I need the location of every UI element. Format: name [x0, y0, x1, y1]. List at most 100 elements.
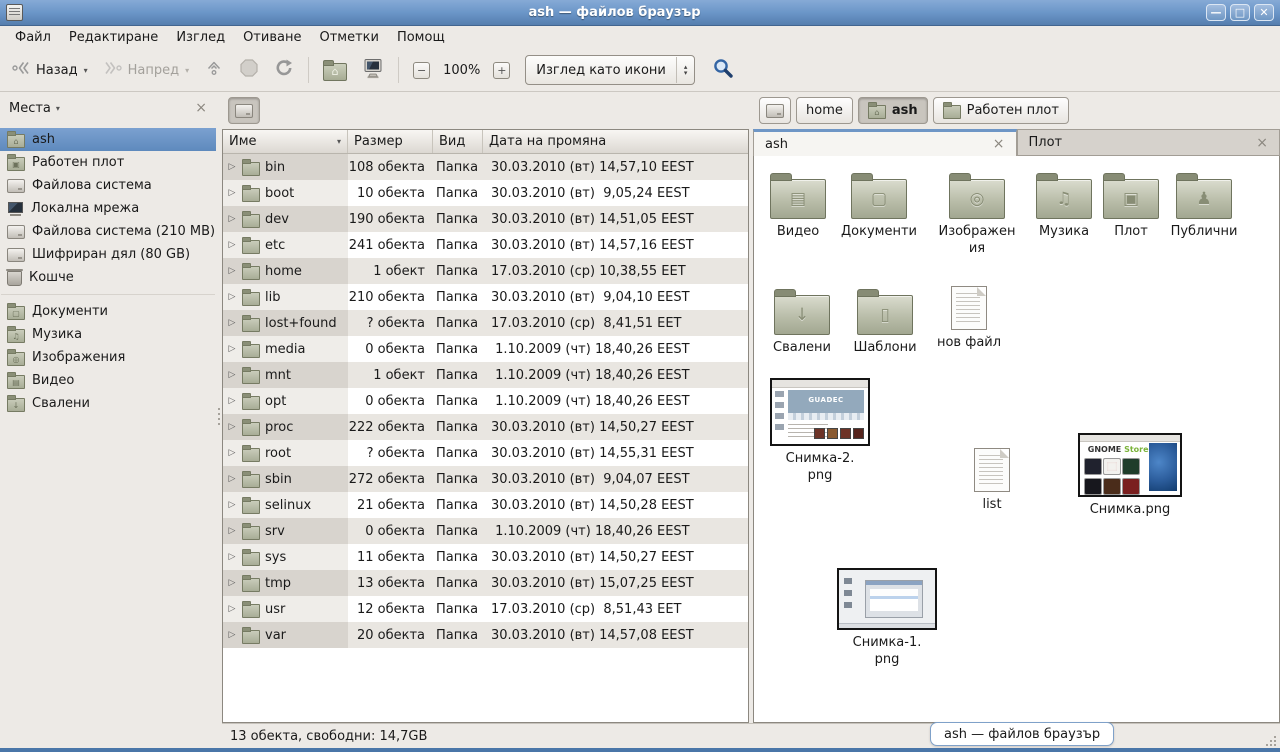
expander-icon[interactable]: ▷ — [227, 188, 237, 198]
tree-row[interactable]: ▷proc222 обектаПапка30.03.2010 (вт) 14,5… — [223, 414, 748, 440]
pathbar-button-home[interactable]: home — [796, 97, 853, 124]
sidebar-item-ash[interactable]: ⌂ash — [0, 128, 216, 151]
icon-item-Снимка-1.png[interactable]: Снимка-1. png — [837, 568, 937, 669]
menu-item-0[interactable]: Файл — [6, 28, 60, 47]
tab-close-icon[interactable]: × — [1256, 136, 1268, 150]
sidebar-chooser-icon[interactable]: ▾ — [56, 104, 60, 113]
menu-item-3[interactable]: Отиване — [234, 28, 310, 47]
pathbar-button-ash[interactable]: ⌂ash — [858, 97, 928, 124]
tab-close-icon[interactable]: × — [993, 137, 1005, 151]
sidebar-item-Файлова система (210 MB)[interactable]: Файлова система (210 MB) — [0, 220, 216, 243]
tree-row[interactable]: ▷bin108 обектаПапка30.03.2010 (вт) 14,57… — [223, 154, 748, 180]
tree-row[interactable]: ▷dev190 обектаПапка30.03.2010 (вт) 14,51… — [223, 206, 748, 232]
sidebar-item-Документи[interactable]: ▢Документи — [0, 300, 216, 323]
expander-icon[interactable]: ▷ — [227, 526, 237, 536]
menu-item-2[interactable]: Изглед — [167, 28, 234, 47]
icon-item-Плот[interactable]: ▣Плот — [1089, 172, 1173, 241]
sidebar-item-Локална мрежа[interactable]: Локална мрежа — [0, 197, 216, 220]
menu-item-1[interactable]: Редактиране — [60, 28, 167, 47]
zoom-in-button[interactable]: + — [487, 58, 516, 83]
home-button[interactable]: ⌂ — [317, 56, 353, 85]
expander-icon[interactable]: ▷ — [227, 448, 237, 458]
expander-icon[interactable]: ▷ — [227, 474, 237, 484]
view-mode-select[interactable]: Изглед като икони ▴▾ — [525, 55, 695, 85]
expander-icon[interactable]: ▷ — [227, 552, 237, 562]
menu-item-5[interactable]: Помощ — [388, 28, 454, 47]
tree-row[interactable]: ▷etc241 обектаПапка30.03.2010 (вт) 14,57… — [223, 232, 748, 258]
stop-button[interactable] — [233, 54, 265, 86]
expander-icon[interactable]: ▷ — [227, 630, 237, 640]
tab-Плот[interactable]: Плот× — [1017, 129, 1280, 156]
expander-icon[interactable]: ▷ — [227, 162, 237, 172]
icon-item-Снимка-2.png[interactable]: GUADEC Снимка-2. png — [770, 378, 870, 485]
menu-item-4[interactable]: Отметки — [310, 28, 387, 47]
column-header-1[interactable]: Размер — [348, 130, 433, 153]
tree-row[interactable]: ▷opt0 обектаПапка 1.10.2009 (чт) 18,40,2… — [223, 388, 748, 414]
expander-icon[interactable]: ▷ — [227, 214, 237, 224]
expander-icon[interactable]: ▷ — [227, 266, 237, 276]
tree-row[interactable]: ▷lost+found? обектаПапка17.03.2010 (ср) … — [223, 310, 748, 336]
column-header-2[interactable]: Вид — [433, 130, 483, 153]
sidebar-item-Видео[interactable]: ▤Видео — [0, 369, 216, 392]
forward-button[interactable]: Напред ▾ — [97, 54, 196, 86]
expander-icon[interactable]: ▷ — [227, 292, 237, 302]
zoom-out-button[interactable]: − — [407, 58, 436, 83]
icon-item-новфайл[interactable]: нов файл — [927, 286, 1011, 352]
expander-icon[interactable]: ▷ — [227, 604, 237, 614]
sidebar-resize-handle[interactable] — [216, 92, 222, 748]
icon-item-Свалени[interactable]: ↓Свалени — [760, 288, 844, 357]
minimize-button[interactable]: — — [1206, 4, 1226, 21]
computer-button[interactable] — [356, 54, 390, 87]
tree-row[interactable]: ▷selinux21 обектаПапка30.03.2010 (вт) 14… — [223, 492, 748, 518]
column-header-3[interactable]: Дата на промяна — [483, 130, 748, 153]
sidebar-item-Музика[interactable]: ♫Музика — [0, 323, 216, 346]
icon-item-Изображения[interactable]: ◎Изображен ия — [935, 172, 1019, 258]
expander-icon[interactable]: ▷ — [227, 370, 237, 380]
tree-row[interactable]: ▷mnt1 обектПапка 1.10.2009 (чт) 18,40,26… — [223, 362, 748, 388]
tree-row[interactable]: ▷lib210 обектаПапка30.03.2010 (вт) 9,04,… — [223, 284, 748, 310]
icon-item-Снимка.png[interactable]: GNOME Store Снимка.png — [1078, 433, 1182, 519]
tree-row[interactable]: ▷root? обектаПапка30.03.2010 (вт) 14,55,… — [223, 440, 748, 466]
expander-icon[interactable]: ▷ — [227, 344, 237, 354]
expander-icon[interactable]: ▷ — [227, 318, 237, 328]
reload-button[interactable] — [268, 54, 300, 86]
forward-dropdown-icon[interactable]: ▾ — [185, 66, 189, 75]
tree-row[interactable]: ▷srv0 обектаПапка 1.10.2009 (чт) 18,40,2… — [223, 518, 748, 544]
icon-item-Шаблони[interactable]: ▯Шаблони — [843, 288, 927, 357]
tree-row[interactable]: ▷usr12 обектаПапка17.03.2010 (ср) 8,51,4… — [223, 596, 748, 622]
expander-icon[interactable]: ▷ — [227, 396, 237, 406]
maximize-button[interactable]: □ — [1230, 4, 1250, 21]
title-bar[interactable]: ash — файлов браузър — □ ✕ — [0, 0, 1280, 26]
tree-row[interactable]: ▷sbin272 обектаПапка30.03.2010 (вт) 9,04… — [223, 466, 748, 492]
sidebar-item-Свалени[interactable]: ↓Свалени — [0, 392, 216, 415]
sidebar-item-Работен плот[interactable]: ▣Работен плот — [0, 151, 216, 174]
pathbar-button-Работен плот[interactable]: Работен плот — [933, 97, 1069, 124]
back-dropdown-icon[interactable]: ▾ — [84, 66, 88, 75]
expander-icon[interactable]: ▷ — [227, 240, 237, 250]
icon-item-list[interactable]: list — [950, 448, 1034, 514]
tree-row[interactable]: ▷boot10 обектаПапка30.03.2010 (вт) 9,05,… — [223, 180, 748, 206]
column-header-0[interactable]: Име▾ — [223, 130, 348, 153]
expander-icon[interactable]: ▷ — [227, 578, 237, 588]
tree-row[interactable]: ▷tmp13 обектаПапка30.03.2010 (вт) 15,07,… — [223, 570, 748, 596]
icon-item-Видео[interactable]: ▤Видео — [756, 172, 840, 241]
sidebar-item-Изображения[interactable]: ◎Изображения — [0, 346, 216, 369]
sidebar-item-Кошче[interactable]: Кошче — [0, 266, 216, 289]
back-button[interactable]: Назад ▾ — [5, 54, 94, 86]
expander-icon[interactable]: ▷ — [227, 422, 237, 432]
sidebar-item-Файлова система[interactable]: Файлова система — [0, 174, 216, 197]
tab-ash[interactable]: ash× — [753, 129, 1017, 156]
icon-item-Документи[interactable]: ▢Документи — [837, 172, 921, 241]
icon-view[interactable]: ▤Видео▢Документи◎Изображен ия♫Музика▣Пло… — [753, 156, 1280, 723]
sidebar-close-icon[interactable]: × — [195, 101, 207, 115]
tree-row[interactable]: ▷var20 обектаПапка30.03.2010 (вт) 14,57,… — [223, 622, 748, 648]
pathbar-button-root[interactable] — [759, 97, 791, 124]
resize-grip[interactable] — [1264, 734, 1276, 746]
close-button[interactable]: ✕ — [1254, 4, 1274, 21]
tree-row[interactable]: ▷sys11 обектаПапка30.03.2010 (вт) 14,50,… — [223, 544, 748, 570]
tree-row[interactable]: ▷home1 обектПапка17.03.2010 (ср) 10,38,5… — [223, 258, 748, 284]
up-button[interactable] — [198, 54, 230, 86]
search-button[interactable] — [706, 53, 740, 87]
icon-item-Публични[interactable]: ♟Публични — [1162, 172, 1246, 241]
sidebar-item-Шифриран дял (80 GB)[interactable]: Шифриран дял (80 GB) — [0, 243, 216, 266]
